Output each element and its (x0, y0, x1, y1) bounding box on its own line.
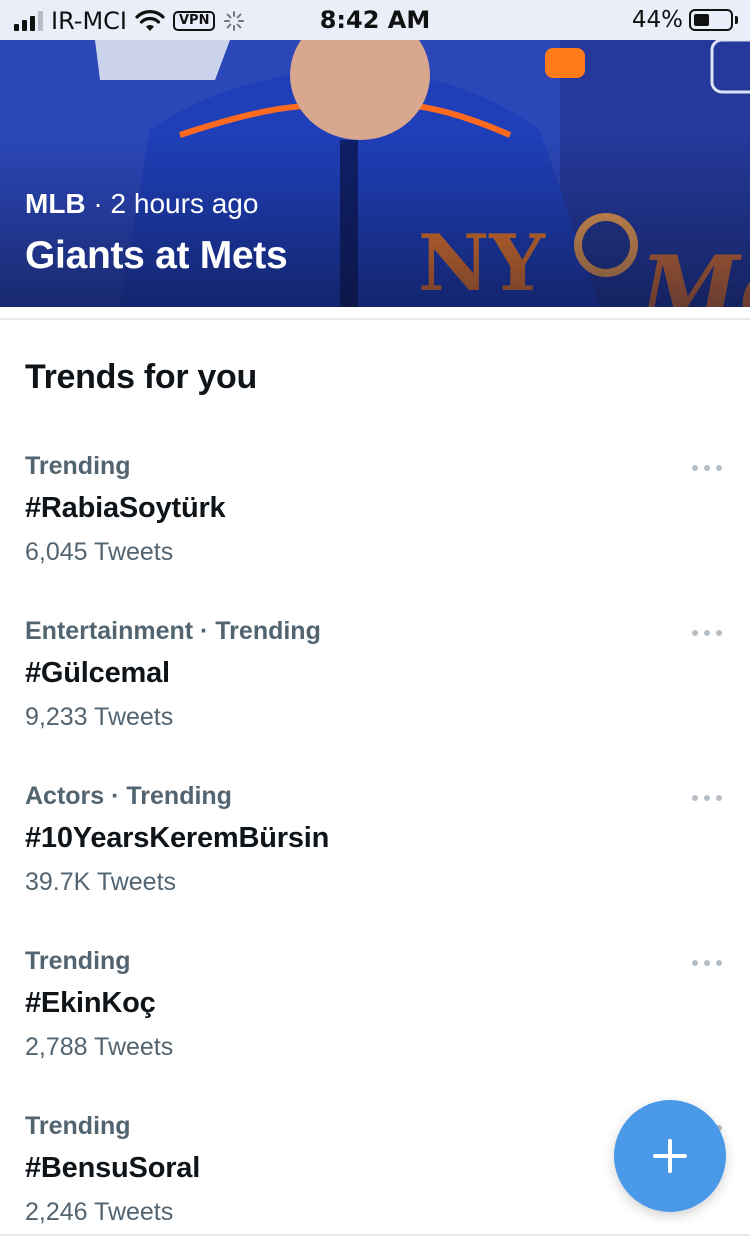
trend-item[interactable]: Trending #RabiaSoytürk 6,045 Tweets (0, 452, 750, 602)
trend-hashtag: #EkinKoç (25, 987, 156, 1019)
more-options-icon[interactable] (692, 794, 722, 802)
trend-tweet-count: 9,233 Tweets (25, 703, 174, 731)
battery-percentage: 44% (631, 7, 683, 33)
trend-hashtag: #BensuSoral (25, 1152, 201, 1184)
hero-separator: · (85, 188, 111, 219)
hero-title: Giants at Mets (25, 234, 288, 277)
trend-context: Trending (25, 1112, 131, 1140)
compose-tweet-button[interactable] (614, 1100, 726, 1212)
trend-item[interactable]: Actors · Trending #10YearsKeremBürsin 39… (0, 782, 750, 932)
section-divider (0, 318, 750, 320)
trend-context: Actors · Trending (25, 782, 232, 810)
hero-source: MLB (25, 188, 86, 219)
hero-news-card[interactable]: NY Mets MLB · 2 hours ago Giants at Mets (0, 40, 750, 307)
plus-icon (653, 1139, 687, 1173)
trend-context: Entertainment · Trending (25, 617, 321, 645)
trend-tweet-count: 39.7K Tweets (25, 868, 177, 896)
hero-gradient-overlay (0, 137, 750, 307)
trend-item[interactable]: Trending #EkinKoç 2,788 Tweets (0, 947, 750, 1097)
hero-time: 2 hours ago (110, 188, 259, 219)
trend-tweet-count: 2,246 Tweets (25, 1198, 174, 1226)
battery-tip (735, 16, 738, 24)
trend-context: Trending (25, 947, 131, 975)
hero-meta: MLB · 2 hours ago (25, 188, 258, 220)
trend-hashtag: #RabiaSoytürk (25, 492, 226, 524)
trend-context: Trending (25, 452, 131, 480)
trend-item[interactable]: Entertainment · Trending #Gülcemal 9,233… (0, 617, 750, 767)
trend-hashtag: #Gülcemal (25, 657, 170, 689)
trend-tweet-count: 2,788 Tweets (25, 1033, 174, 1061)
trends-heading: Trends for you (25, 358, 257, 396)
status-bar: IR-MCI VPN 8:42 AM 44% (0, 0, 750, 40)
more-options-icon[interactable] (692, 629, 722, 637)
more-options-icon[interactable] (692, 464, 722, 472)
trend-tweet-count: 6,045 Tweets (25, 538, 174, 566)
battery-icon (689, 9, 733, 31)
more-options-icon[interactable] (692, 959, 722, 967)
trend-hashtag: #10YearsKeremBürsin (25, 822, 330, 854)
